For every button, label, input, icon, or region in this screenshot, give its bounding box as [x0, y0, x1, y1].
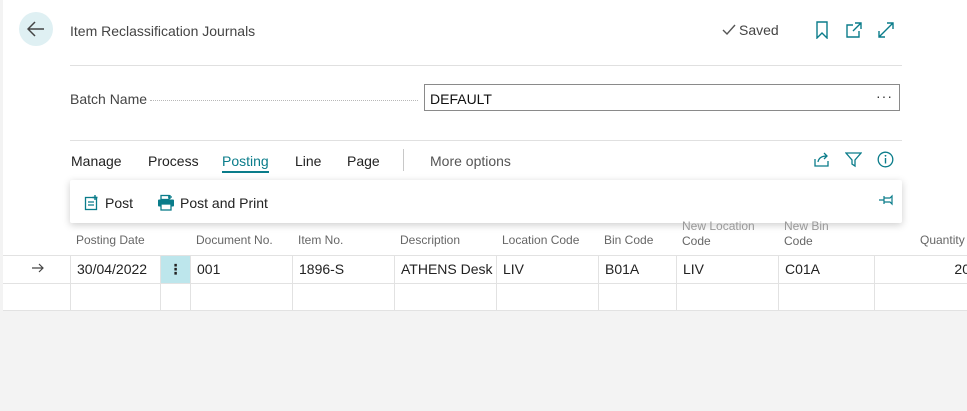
batch-lookup-button[interactable]: ···: [876, 88, 893, 104]
cell-empty[interactable]: [190, 283, 292, 310]
post-icon: [84, 195, 98, 211]
printer-icon: [158, 194, 174, 211]
share-button[interactable]: [813, 151, 830, 168]
pin-button[interactable]: [878, 193, 894, 212]
menu-process[interactable]: Process: [148, 153, 199, 169]
filter-icon: [844, 152, 863, 168]
divider: [70, 140, 902, 141]
table-row[interactable]: 30/04/2022 ⋮ 001 1896-S ATHENS Desk LIV …: [3, 255, 967, 284]
saved-label: Saved: [739, 22, 779, 38]
cell-empty[interactable]: [70, 283, 160, 310]
column-header-new-bin-code-line2[interactable]: Code: [784, 234, 813, 249]
cell-empty[interactable]: [160, 283, 190, 310]
cell-bin-code[interactable]: B01A: [598, 256, 676, 283]
cell-empty[interactable]: [778, 283, 874, 310]
table-row-empty[interactable]: [3, 283, 967, 311]
divider: [70, 65, 902, 66]
cell-description[interactable]: ATHENS Desk: [394, 256, 496, 283]
cell-empty[interactable]: [598, 283, 676, 310]
column-header-posting-date[interactable]: Posting Date: [76, 233, 145, 248]
menu-posting[interactable]: Posting: [222, 153, 269, 173]
share-icon: [814, 152, 829, 167]
cell-new-location-code[interactable]: LIV: [676, 256, 778, 283]
column-header-new-location-code-line2[interactable]: Code: [682, 234, 711, 249]
bookmark-button[interactable]: [814, 21, 832, 40]
batch-name-value: DEFAULT: [430, 91, 492, 107]
column-header-bin-code[interactable]: Bin Code: [604, 233, 653, 248]
bookmark-icon: [816, 21, 828, 40]
cell-empty[interactable]: [394, 283, 496, 310]
post-button[interactable]: Post: [84, 194, 133, 211]
expand-icon: [878, 22, 894, 38]
menu-line[interactable]: Line: [295, 153, 321, 169]
open-new-window-button[interactable]: [845, 21, 863, 39]
arrow-left-icon: [27, 21, 44, 37]
column-header-quantity[interactable]: Quantity: [920, 233, 965, 248]
cell-new-bin-code[interactable]: C01A: [778, 256, 874, 283]
cell-empty[interactable]: [292, 283, 394, 310]
current-row-arrow-icon: [31, 261, 45, 280]
cell-quantity-value: 20: [954, 261, 967, 277]
column-header-item-no[interactable]: Item No.: [298, 233, 343, 248]
info-icon: [877, 151, 894, 168]
post-label: Post: [105, 194, 134, 211]
cell-empty[interactable]: [676, 283, 778, 310]
cell-document-no[interactable]: 001: [190, 256, 292, 283]
checkmark-icon: [722, 24, 736, 36]
pin-icon: [879, 194, 893, 206]
menu-page[interactable]: Page: [347, 153, 380, 169]
cell-location-code[interactable]: LIV: [496, 256, 598, 283]
info-button[interactable]: [877, 151, 894, 168]
cell-posting-date[interactable]: 30/04/2022: [70, 256, 160, 283]
column-header-new-location-code-line1[interactable]: New Location: [682, 219, 755, 234]
expand-button[interactable]: [877, 21, 895, 39]
posting-actions-panel: Post Post and Print: [70, 180, 902, 223]
more-options-button[interactable]: More options: [430, 153, 511, 169]
filter-button[interactable]: [844, 151, 863, 168]
cell-empty[interactable]: [874, 283, 967, 310]
back-button[interactable]: [19, 12, 53, 46]
post-and-print-button[interactable]: Post and Print: [157, 194, 268, 211]
menu-separator: [403, 149, 404, 171]
open-in-new-icon: [846, 22, 862, 38]
column-header-description[interactable]: Description: [400, 233, 460, 248]
batch-name-field[interactable]: DEFAULT ···: [424, 84, 900, 111]
column-header-new-bin-code-line1[interactable]: New Bin: [784, 219, 829, 234]
column-header-document-no[interactable]: Document No.: [196, 233, 273, 248]
batch-name-label: Batch Name: [70, 91, 148, 107]
saved-status: Saved: [722, 22, 779, 38]
column-header-location-code[interactable]: Location Code: [502, 233, 579, 248]
cell-empty[interactable]: [496, 283, 598, 310]
menu-manage[interactable]: Manage: [71, 153, 122, 169]
leader-dots: [150, 100, 418, 101]
page-title: Item Reclassification Journals: [70, 23, 256, 39]
post-and-print-label: Post and Print: [180, 194, 268, 211]
cell-quantity[interactable]: 20: [874, 256, 967, 283]
row-actions-menu-button[interactable]: ⋮: [160, 256, 190, 283]
cell-item-no[interactable]: 1896-S: [292, 256, 394, 283]
